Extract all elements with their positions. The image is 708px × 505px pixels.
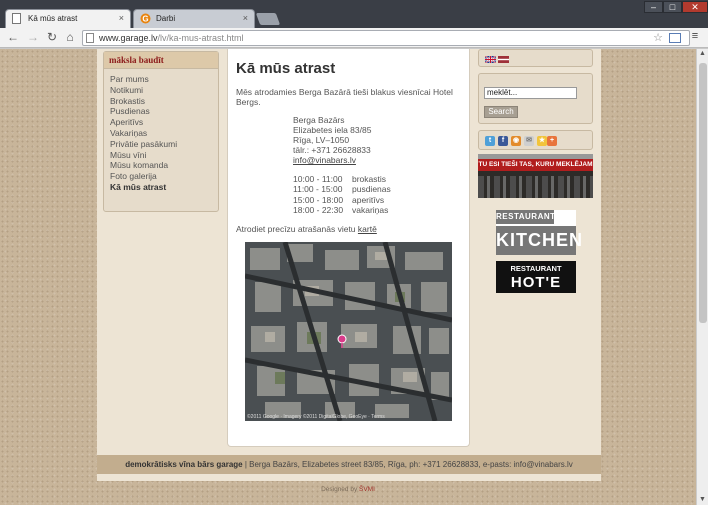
tab-title: Darbi [156, 14, 176, 23]
home-icon[interactable]: ⌂ [63, 30, 77, 44]
latvian-flag-icon[interactable] [498, 56, 509, 63]
scroll-up-icon[interactable]: ▲ [697, 49, 708, 59]
sidebar-item[interactable]: Notikumi [110, 85, 218, 96]
search-button[interactable]: Search [484, 106, 518, 118]
address-line: Rīga, LV–1050 [293, 135, 350, 145]
hours-row: 15:00 - 18:00 aperitīvs [293, 194, 385, 205]
credit-link[interactable]: ŠVMI [359, 486, 375, 493]
phone-line: tālr.: +371 26628833 [293, 145, 371, 155]
browser-titlebar: Kā mūs atrast × G Darbi × ‒ □ ✕ [0, 0, 708, 28]
sidebar-item-current[interactable]: Kā mūs atrast [110, 182, 218, 193]
banner-text: TU ESI TIEŠI TAS, KURU MEKLĒJAM [478, 159, 593, 171]
footer-brand: demokrātisks vīna bārs garage [125, 460, 243, 469]
page-viewport: māksla baudīt Par mums Notikumi Brokasti… [0, 49, 696, 505]
page-action-icon[interactable] [669, 33, 681, 43]
logo-kitchen-top: RESTAURANT [496, 210, 555, 224]
map-link[interactable]: kartē [358, 224, 377, 234]
logo-hote-main: HOT'E [498, 274, 574, 291]
reload-icon[interactable]: ↻ [45, 30, 59, 44]
banner-people [478, 176, 593, 198]
page-icon [86, 33, 94, 43]
page-favicon-icon [12, 13, 23, 25]
sidebar-heading: māksla baudīt [104, 52, 218, 69]
chrome-menu-icon[interactable]: ≡ [688, 29, 702, 43]
address-line: Elizabetes iela 83/85 [293, 125, 372, 135]
sidebar-item[interactable]: Foto galerija [110, 171, 218, 182]
sidebar-item[interactable]: Mūsu komanda [110, 160, 218, 171]
map-instruction: Atrodiet precīzu atrašanās vietu kartē [236, 224, 377, 234]
sidebar-item[interactable]: Pusdienas [110, 106, 218, 117]
recruitment-banner[interactable]: TU ESI TIEŠI TAS, KURU MEKLĒJAM [478, 154, 593, 198]
sidebar-item[interactable]: Aperitīvs [110, 117, 218, 128]
sidebar-menu: māksla baudīt Par mums Notikumi Brokasti… [103, 51, 219, 212]
tab-close-icon[interactable]: × [243, 10, 248, 27]
darbi-favicon-icon: G [140, 13, 151, 25]
url-path: /lv/ka-mus-atrast.html [157, 33, 244, 43]
page-title: Kā mūs atrast [236, 60, 336, 77]
tab-darbi[interactable]: G Darbi × [133, 9, 255, 28]
designer-credit: Designed by ŠVMI [0, 486, 696, 493]
plus-icon[interactable]: + [547, 136, 557, 146]
browser-toolbar: ← → ↻ ⌂ www.garage.lv/lv/ka-mus-atrast.h… [0, 28, 708, 48]
new-tab-button[interactable] [255, 13, 281, 25]
star-icon[interactable]: ★ [537, 136, 547, 146]
logo-kitchen-main: KITCHEN [496, 226, 582, 255]
address-block: Berga Bazārs Elizabetes iela 83/85 Rīga,… [293, 115, 371, 165]
main-content: Kā mūs atrast Mēs atrodamies Berga Bazār… [227, 49, 470, 447]
email-icon[interactable]: ✉ [524, 136, 534, 146]
facebook-icon[interactable]: f [498, 136, 508, 146]
satellite-map[interactable]: ©2011 Google · Imagery ©2011 DigitalGlob… [245, 242, 452, 421]
sidebar-list: Par mums Notikumi Brokastis Pusdienas Ap… [104, 69, 218, 193]
hours-row: 18:00 - 22:30 vakariņas [293, 204, 389, 215]
restaurant-hote-logo[interactable]: RESTAURANT HOT'E [496, 261, 576, 293]
footer-text: | Berga Bazārs, Elizabetes street 83/85,… [242, 460, 573, 469]
hours-row: 10:00 - 11:00 brokastis [293, 174, 387, 184]
scroll-down-icon[interactable]: ▼ [697, 495, 708, 505]
sidebar-item[interactable]: Privātie pasākumi [110, 139, 218, 150]
sidebar-item[interactable]: Vakariņas [110, 128, 218, 139]
forward-icon[interactable]: → [26, 30, 40, 44]
address-line: Berga Bazārs [293, 115, 345, 125]
sidebar-item[interactable]: Par mums [110, 74, 218, 85]
minimize-button[interactable]: ‒ [644, 1, 663, 13]
search-input[interactable]: meklēt... [484, 87, 577, 99]
logo-hote-top: RESTAURANT [498, 263, 574, 274]
sidebar-item[interactable]: Brokastis [110, 96, 218, 107]
english-flag-icon[interactable] [485, 56, 496, 63]
page-footer: demokrātisks vīna bārs garage | Berga Ba… [97, 455, 601, 474]
language-box [478, 49, 593, 67]
map-copyright: ©2011 Google · Imagery ©2011 DigitalGlob… [247, 414, 385, 420]
intro-text: Mēs atrodamies Berga Bazārā tieši blakus… [236, 87, 453, 107]
twitter-icon[interactable]: t [485, 136, 495, 146]
rss-icon[interactable]: ◉ [511, 136, 521, 146]
scroll-thumb[interactable] [699, 63, 707, 323]
opening-hours: 10:00 - 11:00 brokastis 11:00 - 15:00 pusd… [293, 174, 391, 215]
map-instruction-text: Atrodiet precīzu atrašanās vietu [236, 224, 356, 234]
svg-text:G: G [142, 15, 148, 24]
address-bar[interactable]: www.garage.lv/lv/ka-mus-atrast.html ☆ [82, 30, 690, 46]
url-host: www.garage.lv [99, 33, 158, 43]
search-box: meklēt... Search [478, 73, 593, 124]
social-box: t f ◉ ✉ ★ + [478, 130, 593, 150]
tab-ka-mus-atrast[interactable]: Kā mūs atrast × [5, 9, 131, 28]
tab-title: Kā mūs atrast [28, 14, 78, 23]
restaurant-kitchen-logo[interactable]: RESTAURANT KITCHEN [496, 210, 582, 255]
tab-close-icon[interactable]: × [119, 10, 124, 27]
credit-prefix: Designed by [321, 486, 360, 493]
email-link[interactable]: info@vinabars.lv [293, 155, 371, 165]
hours-row: 11:00 - 15:00 pusdienas [293, 184, 391, 195]
bookmark-star-icon[interactable]: ☆ [653, 31, 663, 45]
back-icon[interactable]: ← [6, 30, 20, 44]
close-window-button[interactable]: ✕ [682, 1, 708, 13]
vertical-scrollbar[interactable]: ▲ ▼ [696, 49, 708, 505]
sidebar-item[interactable]: Mūsu vīni [110, 150, 218, 161]
maximize-button[interactable]: □ [663, 1, 682, 13]
